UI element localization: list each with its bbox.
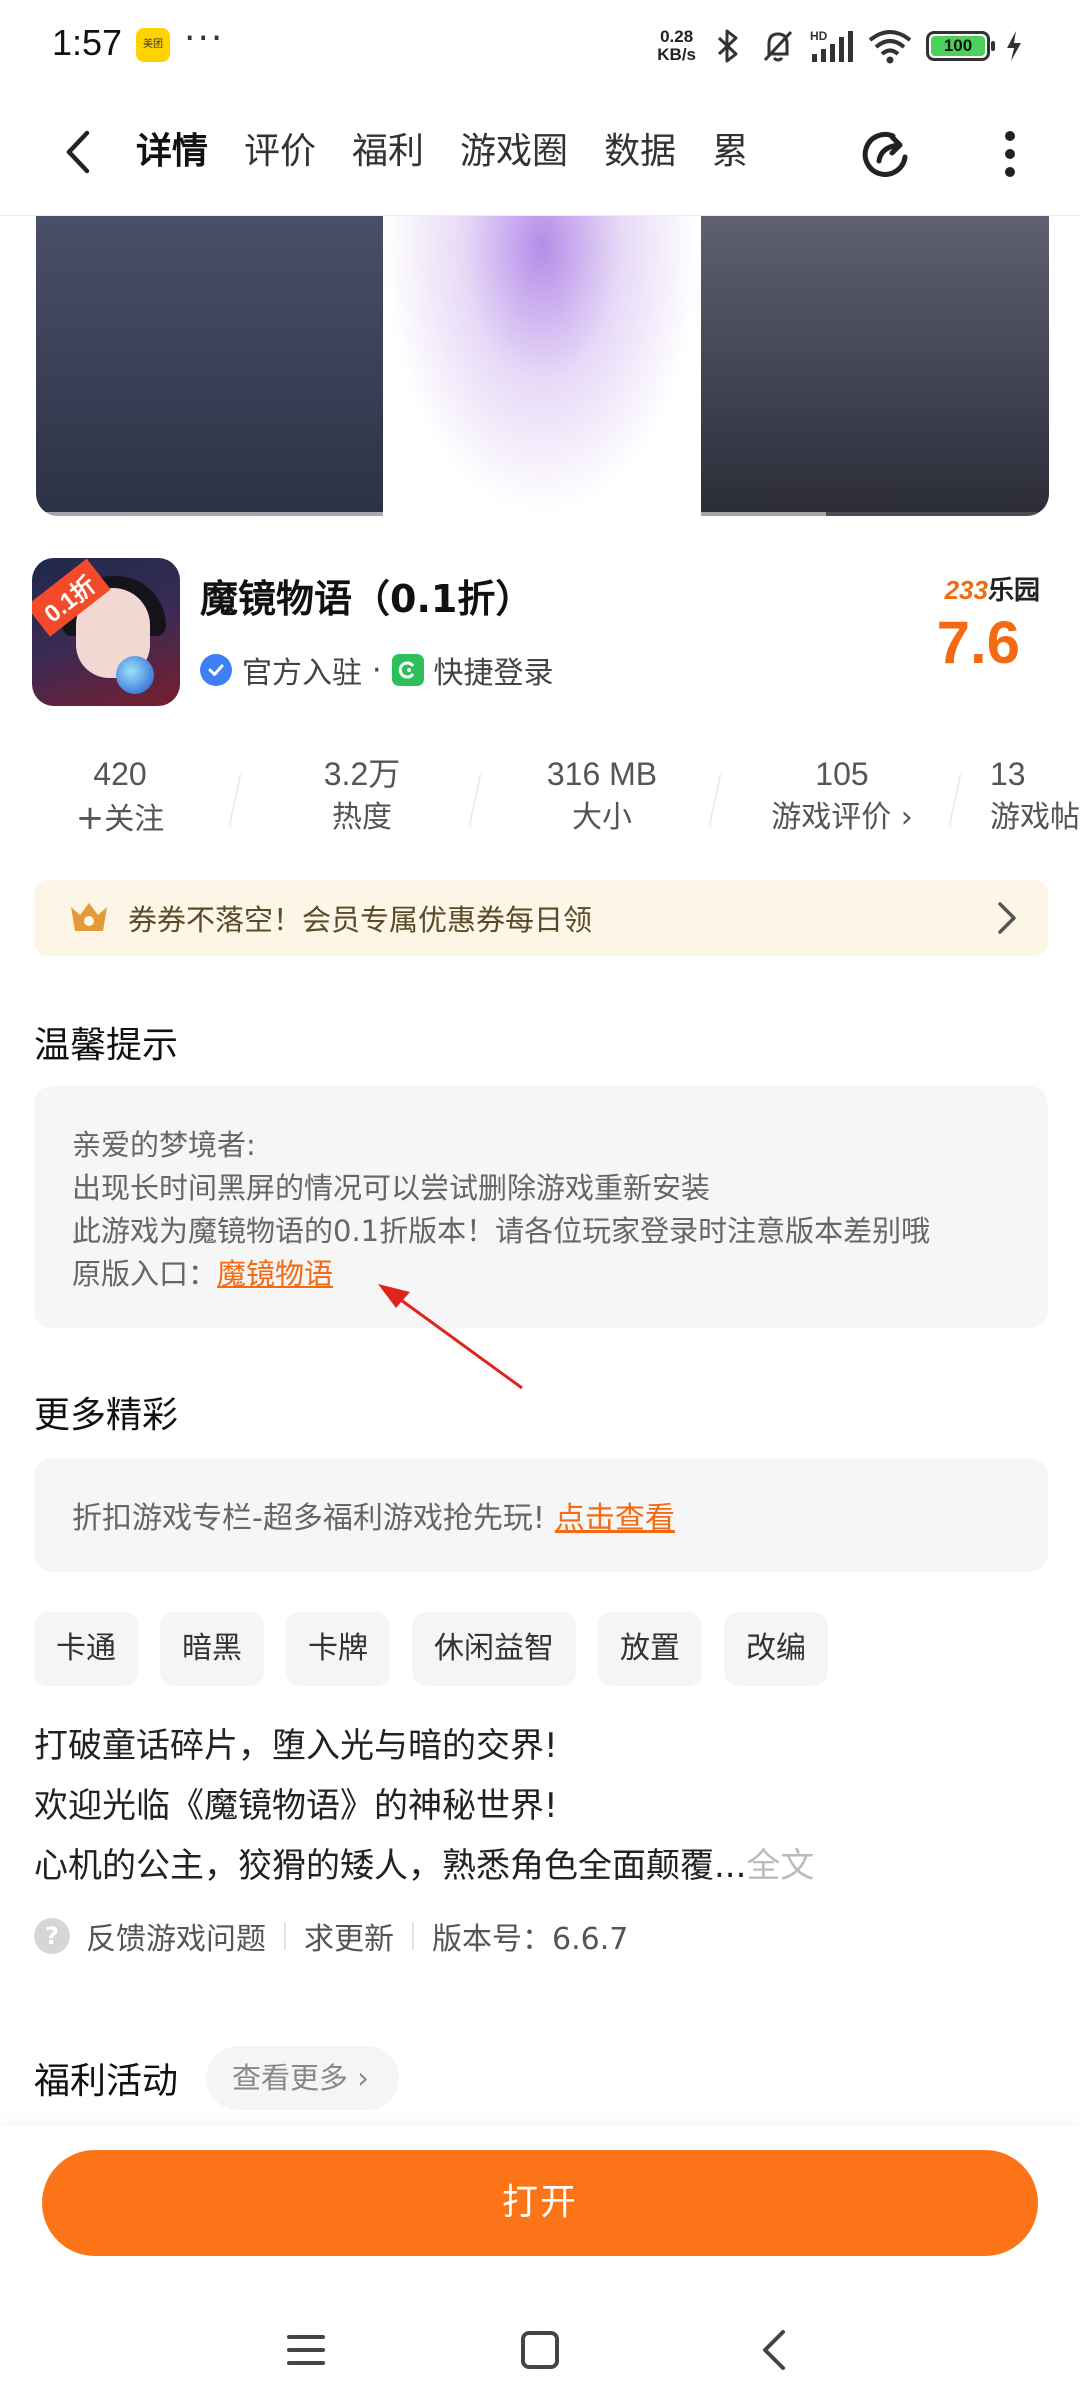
tips-box: 亲爱的梦境者: 出现长时间黑屏的情况可以尝试删除游戏重新安装 此游戏为魔镜物语的…: [34, 1086, 1048, 1328]
see-more-button[interactable]: 查看更多 ›: [206, 2046, 399, 2110]
rating-score[interactable]: 7.6: [937, 608, 1020, 677]
chevron-right-icon: ›: [900, 800, 913, 835]
screenshot-1[interactable]: [36, 216, 383, 516]
screenshot-gallery[interactable]: [36, 216, 1049, 516]
game-title: 魔镜物语（0.1折）: [200, 577, 534, 621]
menu-nav-button[interactable]: [276, 2322, 336, 2378]
tab-reviews[interactable]: 评价: [226, 122, 334, 182]
chevron-right-icon: [998, 902, 1016, 934]
coupon-text: 券券不落空！会员专属优惠券每日领: [128, 903, 593, 937]
network-speed: 0.28 KB/s: [657, 27, 696, 64]
back-triangle-icon: [763, 2330, 785, 2370]
view-now-link[interactable]: 点击查看: [555, 1493, 675, 1537]
verified-icon: [200, 654, 232, 686]
screenshot-3[interactable]: [701, 216, 1049, 516]
official-label: 官方入驻: [242, 656, 362, 691]
back-button[interactable]: [52, 124, 104, 180]
home-nav-button[interactable]: [510, 2322, 570, 2378]
game-icon[interactable]: 0.1折: [32, 558, 180, 706]
status-icons: 0.28 KB/s HD 100: [657, 24, 1024, 68]
home-square-icon: [521, 2331, 559, 2369]
welfare-title: 福利活动: [34, 2061, 179, 2102]
stat-heat: 3.2万 热度: [323, 756, 401, 835]
stat-size: 316 MB 大小: [546, 756, 658, 835]
annotation-arrow-icon: [378, 1284, 523, 1390]
stat-follow[interactable]: 420 +关注: [20, 752, 220, 842]
tag-item[interactable]: 休闲益智: [412, 1612, 576, 1686]
tab-game-circle[interactable]: 游戏圈: [442, 122, 586, 182]
tab-overflow[interactable]: 累: [694, 122, 766, 182]
tab-details[interactable]: 详情: [118, 122, 226, 182]
discount-column-banner[interactable]: 折扣游戏专栏-超多福利游戏抢先玩! 点击查看: [34, 1458, 1048, 1572]
more-notifications-icon: ···: [184, 18, 225, 59]
charging-icon: [1004, 28, 1024, 64]
rating-source: 233乐园: [944, 575, 1040, 605]
tab-data[interactable]: 数据: [586, 122, 694, 182]
tag-item[interactable]: 改编: [724, 1612, 828, 1686]
tips-title: 温馨提示: [34, 1025, 179, 1066]
question-icon: ?: [34, 1918, 70, 1954]
crown-icon: [71, 903, 107, 931]
full-text-link[interactable]: 全文: [746, 1846, 814, 1886]
status-bar: 1:57 美团 ··· 0.28 KB/s HD 100: [0, 0, 1080, 92]
game-meta: 官方入驻 · 快捷登录: [200, 648, 554, 692]
game-description: 打破童话碎片，堕入光与暗的交界! 欢迎光临《魔镜物语》的神秘世界! 心机的公主，…: [34, 1726, 815, 1886]
open-button[interactable]: 打开: [42, 2150, 1038, 2256]
version-number: 版本号：6.6.7: [432, 1922, 629, 1957]
menu-icon: [287, 2335, 325, 2365]
stats-row: 420 +关注 3.2万 热度 316 MB 大小 105 游戏评价 › 13 …: [0, 752, 1080, 842]
status-time: 1:57: [52, 22, 123, 63]
stat-reviews[interactable]: 105 游戏评价 ›: [742, 752, 942, 840]
more-title: 更多精彩: [34, 1395, 179, 1436]
tag-item[interactable]: 卡牌: [286, 1612, 390, 1686]
member-coupon-banner[interactable]: 券券不落空！会员专属优惠券每日领: [34, 880, 1048, 956]
tag-item[interactable]: 暗黑: [160, 1612, 264, 1686]
back-nav-button[interactable]: [744, 2322, 804, 2378]
system-navigation-bar: [0, 2300, 1080, 2400]
wifi-icon: [868, 28, 912, 64]
bluetooth-icon: [710, 28, 746, 64]
tab-list: 详情 评价 福利 游戏圈 数据 累: [118, 122, 868, 182]
mute-bell-icon: [760, 28, 796, 64]
signal-icon: HD: [810, 28, 854, 64]
feedback-row: ? 反馈游戏问题 求更新 版本号：6.6.7: [34, 1914, 628, 1958]
stat-posts[interactable]: 13 游戏帖: [990, 752, 1080, 840]
vertical-dots-icon: [1005, 131, 1015, 177]
share-icon: [862, 131, 908, 177]
screenshot-2[interactable]: [383, 216, 701, 516]
svg-text:HD: HD: [810, 29, 828, 43]
tag-item[interactable]: 放置: [598, 1612, 702, 1686]
tag-list: 卡通 暗黑 卡牌 休闲益智 放置 改编: [34, 1612, 828, 1686]
quick-login-label[interactable]: 快捷登录: [434, 648, 554, 692]
top-tab-bar: 详情 评价 福利 游戏圈 数据 累: [0, 100, 1080, 216]
tag-item[interactable]: 卡通: [34, 1612, 138, 1686]
report-issue-link[interactable]: 反馈游戏问题: [86, 1914, 266, 1958]
request-update-link[interactable]: 求更新: [304, 1914, 394, 1958]
battery-icon: 100: [926, 31, 995, 61]
share-button[interactable]: [856, 124, 916, 184]
gallery-scroll-indicator: [36, 512, 1049, 516]
meituan-notification-icon: 美团: [136, 28, 170, 62]
more-options-button[interactable]: [990, 124, 1030, 184]
quick-login-icon: [391, 654, 424, 686]
back-arrow-icon: [66, 130, 90, 174]
original-version-link[interactable]: 魔镜物语: [217, 1257, 333, 1291]
tab-benefits[interactable]: 福利: [334, 122, 442, 182]
